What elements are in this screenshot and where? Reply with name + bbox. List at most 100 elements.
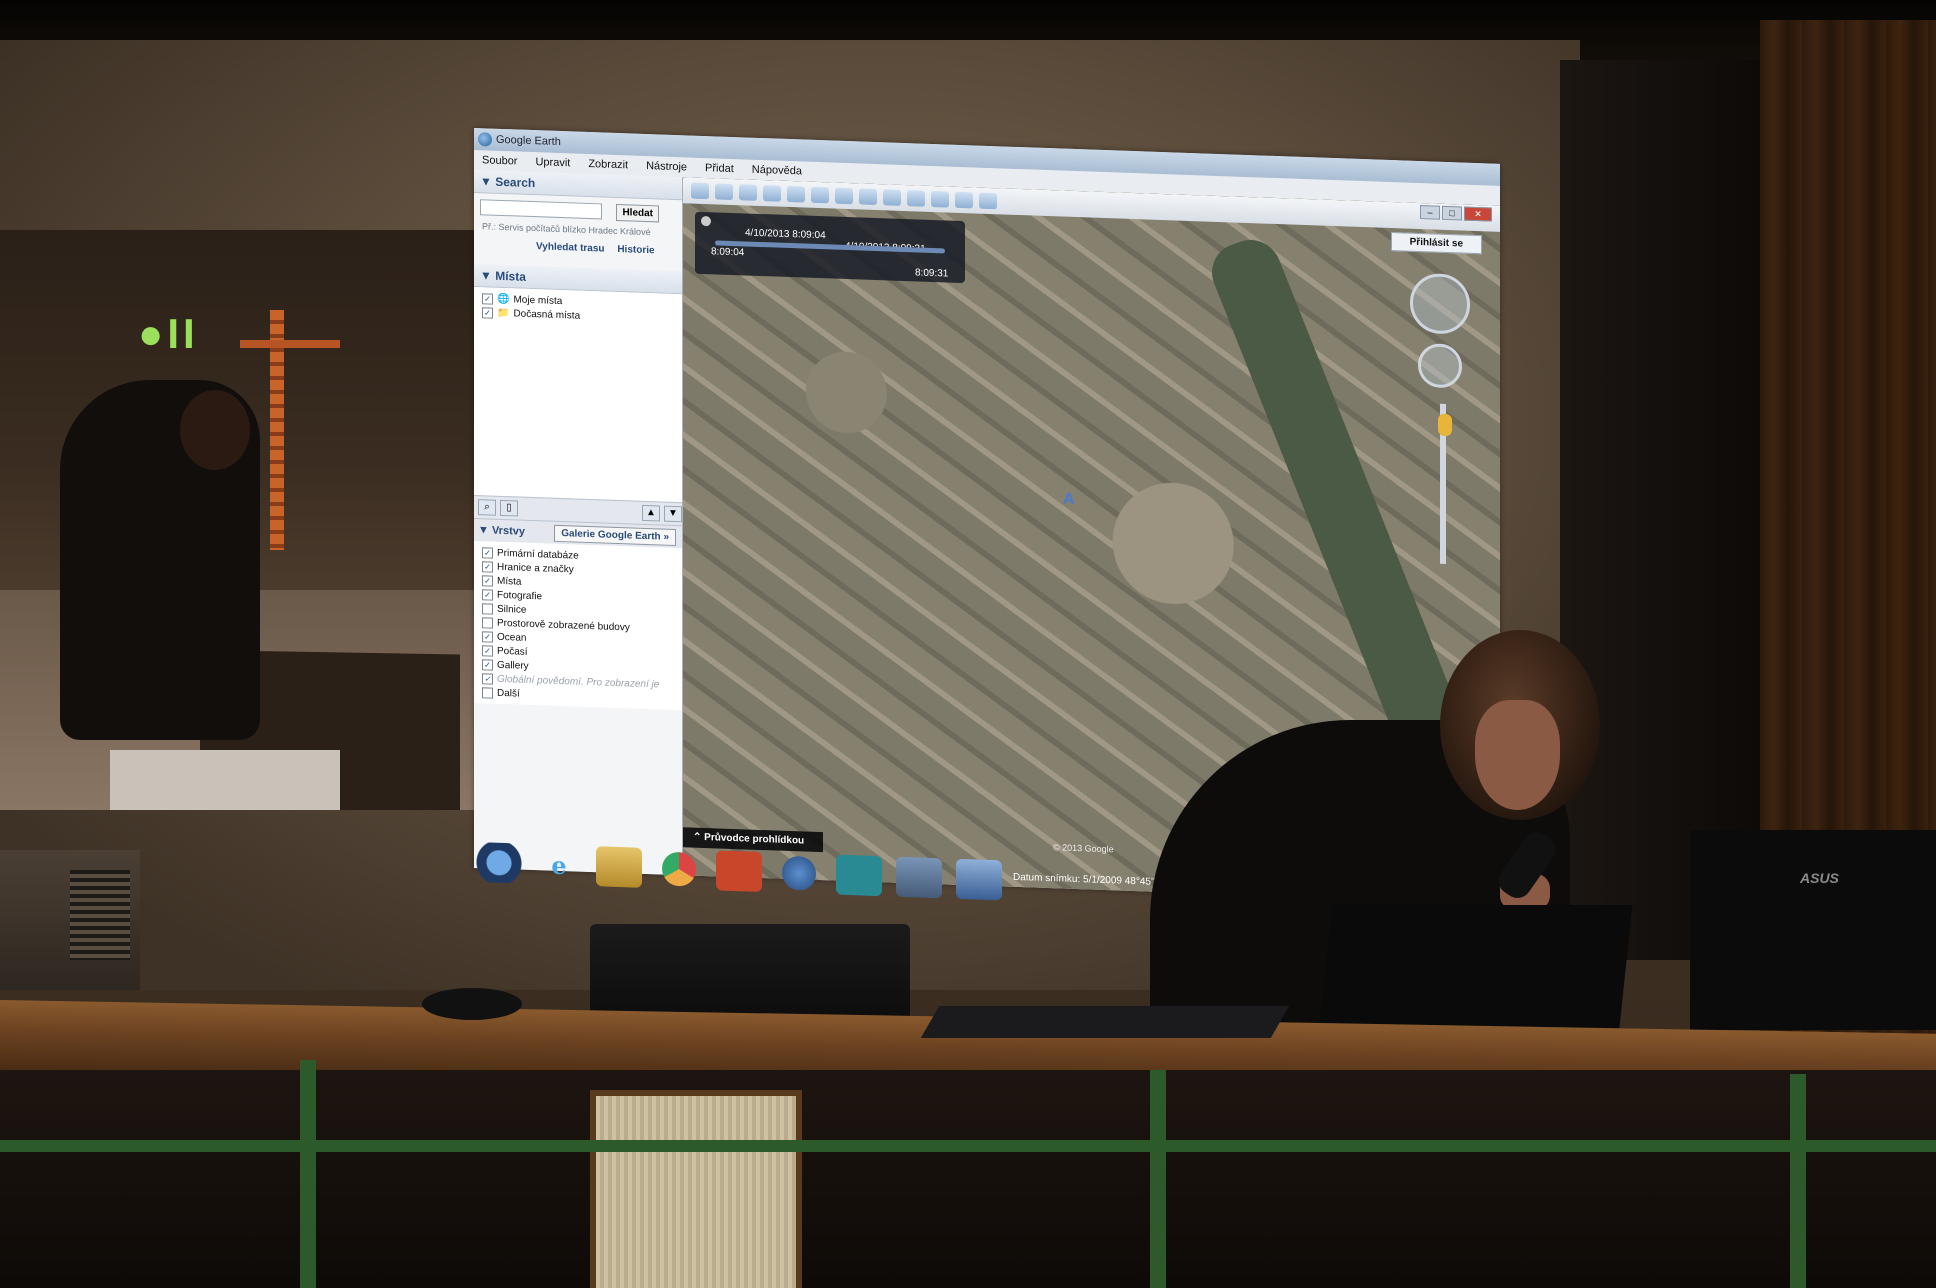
search-button[interactable]: Hledat [616,203,660,222]
record-tour-icon[interactable] [811,186,829,204]
layer-checkbox[interactable]: ✓ [482,644,493,657]
layers-panel-header[interactable]: ▼ Vrstvy [478,524,525,538]
chrome-icon[interactable] [662,851,696,887]
checkbox[interactable]: ✓ [482,292,493,305]
move-control[interactable] [1418,342,1462,389]
computer-mouse [422,988,522,1020]
layer-checkbox[interactable] [482,686,493,699]
overlay-icon[interactable] [787,185,805,203]
internet-explorer-icon[interactable]: e [536,844,582,886]
time-slider[interactable]: 4/10/2013 8:09:04 4/10/2013 8:09:31 8:09… [695,211,965,284]
laptop-keyboard [920,1006,1290,1038]
window-title: Google Earth [496,133,561,149]
checkbox[interactable]: ✓ [482,306,493,319]
places-tree: ✓ 🌐 Moje místa ✓ 📁 Dočasná místa [474,287,682,503]
powerpoint-icon[interactable] [716,850,762,892]
print-icon[interactable] [955,191,973,209]
globe-icon: 🌐 [497,293,510,305]
window-controls: – □ ✕ [1420,205,1492,222]
video-person-head [180,390,250,470]
directions-link[interactable]: Vyhledat trasu [536,241,605,254]
panel-toggle-icon[interactable]: ▯ [500,499,518,517]
close-button[interactable]: ✕ [1464,206,1492,222]
menu-pridat[interactable]: Přidat [705,162,734,175]
sun-icon[interactable] [859,188,877,206]
layer-label: Silnice [497,603,527,616]
search-input[interactable] [480,199,602,220]
historical-imagery-icon[interactable] [835,187,853,205]
polygon-icon[interactable] [739,184,757,201]
laptop-brand: ASUS [1800,870,1839,886]
menu-soubor[interactable]: Soubor [482,154,517,167]
layer-label: Místa [497,575,522,588]
layer-label: Gallery [497,659,529,672]
folder-icon[interactable] [596,846,642,888]
dark-curtain [1560,60,1760,960]
slider-start-time: 4/10/2013 8:09:04 [745,227,826,242]
email-icon[interactable] [931,190,949,208]
placemark-icon[interactable] [715,183,733,201]
vent-grille [70,870,130,960]
menu-zobrazit[interactable]: Zobrazit [588,158,628,171]
map-marker[interactable]: A [1063,491,1075,509]
power-supply [0,850,140,990]
gallery-button[interactable]: Galerie Google Earth » [554,524,676,546]
layer-checkbox[interactable]: ✓ [482,630,493,643]
search-places-icon[interactable]: ⌕ [478,499,496,516]
places-item-label: Moje místa [513,293,563,307]
menu-nastroje[interactable]: Nástroje [646,160,687,173]
arduino-icon[interactable] [836,854,882,897]
move-up-icon[interactable]: ▲ [642,504,660,522]
video-equipment [110,750,340,810]
layer-checkbox[interactable] [482,602,493,615]
layer-checkbox[interactable]: ✓ [482,560,493,573]
slider-left-time: 8:09:04 [711,246,745,259]
sidebar: ▼ Search Hledat Př.: Servis počítačů blí… [474,170,683,876]
google-earth-icon [478,132,492,147]
stage-photo: ●II Google Earth Soubor Upravit Zobrazit… [0,0,1936,1288]
layer-checkbox[interactable]: ✓ [482,658,493,671]
look-control[interactable] [1410,272,1470,335]
ruler-icon[interactable] [907,190,925,207]
layer-label: Fotografie [497,589,543,602]
layers-tree: ✓ Primární databáze ✓ Hranice a značky ✓ Míst… [474,541,682,711]
table-rail [0,1140,1936,1152]
under-table [0,1070,1936,1288]
slider-right-time: 8:09:31 [915,267,949,280]
layer-checkbox[interactable]: ✓ [482,574,493,587]
tour-guide-button[interactable]: ⌃ Průvodce prohlídkou [683,827,823,853]
history-link[interactable]: Historie [617,244,654,256]
sidebar-toggle-icon[interactable] [691,182,709,200]
minimize-button[interactable]: – [1420,205,1440,220]
windows-start-icon[interactable] [476,842,522,884]
folder-icon: 📁 [497,307,510,319]
layer-checkbox[interactable]: ✓ [482,546,493,559]
laptop-right: ASUS [1690,830,1936,1030]
layer-label: Primární databáze [497,547,579,562]
recording-indicator: ●II [138,310,199,357]
street-view-pegman-icon[interactable] [1438,413,1452,437]
table-leg [300,1060,316,1288]
layer-label: Další [497,687,520,700]
path-icon[interactable] [763,185,781,202]
move-down-icon[interactable]: ▼ [664,505,682,523]
layer-label: Hranice a značky [497,561,574,575]
play-icon[interactable] [701,215,711,227]
planets-icon[interactable] [883,189,901,206]
table-leg [1790,1074,1806,1288]
menu-upravit[interactable]: Upravit [535,156,570,169]
places-item-label: Dočasná místa [513,307,581,322]
maps-icon[interactable] [979,192,997,210]
crane-arm [240,340,340,348]
menu-napoveda[interactable]: Nápověda [752,164,802,178]
projector [590,924,910,1024]
login-button[interactable]: Přihlásit se [1390,232,1482,255]
layer-checkbox[interactable]: ✓ [482,588,493,601]
maximize-button[interactable]: □ [1442,205,1462,221]
document-icon[interactable] [896,856,942,899]
globe-icon[interactable] [782,855,816,891]
google-earth-taskbar-icon[interactable] [956,858,1002,901]
layer-label: Počasí [497,645,528,658]
layer-checkbox[interactable] [482,616,493,629]
layer-checkbox[interactable]: ✓ [482,672,493,685]
